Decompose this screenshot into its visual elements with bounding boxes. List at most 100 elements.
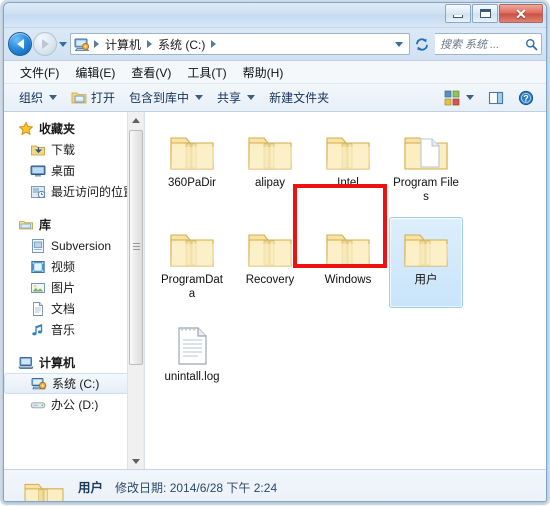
search-box[interactable]: 搜索 系统 ... (435, 33, 542, 55)
sidebar-label-music: 音乐 (51, 323, 76, 337)
folder-icon (246, 125, 294, 173)
chevron-down-icon (466, 95, 474, 100)
file-item-selected[interactable]: 用户 (389, 217, 463, 308)
file-list-pane[interactable]: 360PaDir alipay Intel Program Files Prog… (144, 112, 546, 469)
menu-item-edit[interactable]: 编辑(E) (67, 62, 123, 83)
menu-item-file[interactable]: 文件(F) (12, 62, 67, 83)
file-name: alipay (254, 177, 286, 189)
details-modified-label: 修改日期: (115, 481, 167, 495)
sidebar-item-libraries[interactable]: 库 (4, 214, 143, 235)
menu-item-view[interactable]: 查看(V) (123, 62, 179, 83)
folder-open-icon (402, 125, 450, 173)
chevron-down-icon (49, 95, 58, 100)
star-icon (18, 120, 34, 137)
sidebar-item-computer[interactable]: 计算机 (4, 352, 143, 373)
title-bar: ✕ (4, 3, 546, 28)
sidebar-item-work-drive[interactable]: 办公 (D:) (4, 394, 143, 415)
sidebar-item-music[interactable]: 音乐 (4, 319, 143, 340)
include-in-library-button[interactable]: 包含到库中 (122, 86, 210, 109)
sidebar-item-subversion[interactable]: Subversion (4, 235, 143, 256)
explorer-body: 收藏夹 下载 桌面 最近访问的位置 库 Subversion 视频 图片 文档 … (4, 112, 546, 470)
file-item[interactable]: Program Files (389, 120, 463, 211)
organize-button[interactable]: 组织 (12, 86, 64, 109)
folder-icon (168, 222, 216, 270)
search-icon (526, 38, 538, 50)
file-name: Recovery (245, 274, 295, 286)
share-button[interactable]: 共享 (210, 86, 262, 109)
close-icon: ✕ (515, 5, 527, 22)
forward-arrow-icon (41, 39, 49, 49)
command-bar: 组织 打开 包含到库中 共享 新建文件夹 ? (4, 84, 546, 112)
minimize-icon (453, 14, 463, 18)
address-dropdown-icon[interactable] (395, 41, 403, 47)
close-button[interactable]: ✕ (499, 4, 543, 23)
breadcrumb-separator-0 (94, 40, 99, 48)
folder-icon (246, 222, 294, 270)
navigation-list: 收藏夹 下载 桌面 最近访问的位置 库 Subversion 视频 图片 文档 … (4, 112, 143, 415)
open-label: 打开 (91, 91, 116, 105)
file-item[interactable]: unintall.log (155, 314, 229, 391)
new-folder-button[interactable]: 新建文件夹 (262, 86, 336, 109)
search-input[interactable]: 搜索 系统 ... (440, 36, 525, 52)
sidebar-item-system-drive[interactable]: 系统 (C:) (4, 373, 139, 394)
file-item[interactable]: alipay (233, 120, 307, 211)
sidebar-item-favorites[interactable]: 收藏夹 (4, 118, 143, 139)
folder-icon (324, 222, 372, 270)
sidebar-label-downloads: 下载 (51, 143, 76, 157)
menu-item-tools[interactable]: 工具(T) (179, 62, 234, 83)
maximize-icon (479, 9, 491, 18)
folder-icon (402, 222, 450, 270)
breadcrumb-item-1[interactable]: 系统 (C:) (155, 35, 208, 54)
details-modified-value: 2014/6/28 下午 2:24 (169, 481, 278, 495)
file-name: Program Files (393, 177, 459, 203)
recent-locations-button[interactable] (59, 41, 67, 47)
nav-group-computer: 计算机 系统 (C:) 办公 (D:) (4, 352, 143, 415)
sidebar-label-system-drive: 系统 (C:) (52, 377, 100, 391)
sidebar-label-pictures: 图片 (51, 281, 76, 295)
file-item[interactable]: Recovery (233, 217, 307, 308)
change-view-button[interactable] (437, 87, 481, 109)
file-name: 用户 (414, 274, 438, 286)
folder-icon (324, 125, 372, 173)
preview-pane-button[interactable] (481, 87, 511, 109)
file-name: unintall.log (164, 371, 220, 383)
menu-item-help[interactable]: 帮助(H) (235, 62, 292, 83)
minimize-button[interactable] (445, 4, 471, 23)
open-button[interactable]: 打开 (64, 86, 122, 109)
sidebar-label-computer: 计算机 (39, 356, 76, 370)
help-button[interactable]: ? (511, 87, 541, 109)
open-folder-icon (71, 92, 87, 103)
chevron-down-icon (195, 95, 204, 100)
organize-label: 组织 (19, 91, 44, 105)
sidebar-label-subversion: Subversion (51, 238, 112, 253)
sidebar-item-documents[interactable]: 文档 (4, 298, 143, 319)
explorer-window: ✕ 计算机 系统 (C:) 搜索 系统 ... 文件(F) 编辑(E) 查看(V… (3, 2, 547, 502)
forward-button[interactable] (33, 32, 57, 56)
sidebar-item-recent-places[interactable]: 最近访问的位置 (4, 181, 143, 202)
details-name: 用户 (78, 481, 104, 495)
address-input[interactable]: 计算机 系统 (C:) (70, 33, 410, 55)
scroll-down-button[interactable] (128, 453, 143, 469)
breadcrumb-separator-1 (147, 40, 153, 48)
scrollbar-thumb[interactable] (129, 130, 143, 365)
back-button[interactable] (8, 32, 32, 56)
breadcrumb-separator-2[interactable] (211, 40, 217, 48)
sidebar-item-pictures[interactable]: 图片 (4, 277, 143, 298)
desktop-icon (30, 163, 46, 179)
navigation-pane: 收藏夹 下载 桌面 最近访问的位置 库 Subversion 视频 图片 文档 … (4, 112, 144, 469)
file-item[interactable]: Intel (311, 120, 385, 211)
sidebar-item-downloads[interactable]: 下载 (4, 139, 143, 160)
details-modified: 修改日期: 2014/6/28 下午 2:24 (115, 479, 277, 496)
scroll-up-button[interactable] (128, 112, 143, 128)
view-layout-icon (444, 90, 460, 105)
address-bar: 计算机 系统 (C:) 搜索 系统 ... (4, 28, 546, 61)
file-item[interactable]: Windows (311, 217, 385, 308)
file-item[interactable]: ProgramData (155, 217, 229, 308)
sidebar-item-videos[interactable]: 视频 (4, 256, 143, 277)
maximize-button[interactable] (472, 4, 498, 23)
file-item[interactable]: 360PaDir (155, 120, 229, 211)
refresh-button[interactable] (411, 33, 433, 55)
navigation-scrollbar[interactable] (127, 112, 143, 469)
breadcrumb-item-0[interactable]: 计算机 (102, 35, 144, 54)
sidebar-item-desktop[interactable]: 桌面 (4, 160, 143, 181)
